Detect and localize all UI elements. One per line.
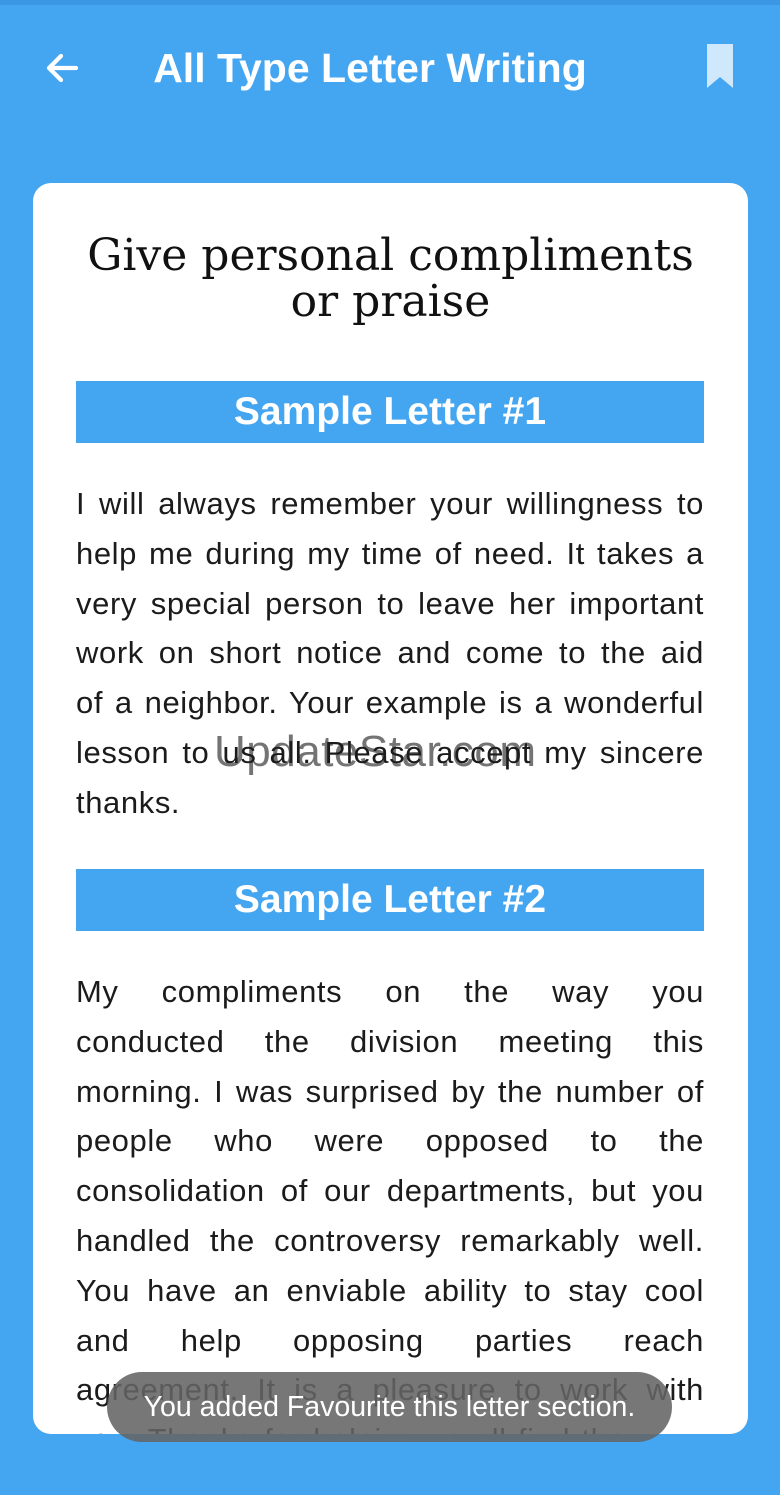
sample-letter-2-header: Sample Letter #2	[76, 869, 704, 931]
back-button[interactable]	[34, 40, 90, 96]
letter-card: Give personal compliments or praise Samp…	[33, 183, 748, 1434]
sample-letter-1-body: I will always remember your willingness …	[76, 486, 704, 820]
letter-title: Give personal compliments or praise	[87, 230, 694, 327]
sample-letter-2-body: My compliments on the way you conducted …	[76, 974, 704, 1434]
app-bar: All Type Letter Writing	[0, 0, 780, 135]
bookmark-icon	[707, 44, 733, 88]
bookmark-button[interactable]	[692, 38, 748, 94]
sample-letter-1-header: Sample Letter #1	[76, 381, 704, 443]
toast-message: You added Favourite this letter section.	[107, 1372, 672, 1442]
arrow-back-icon	[46, 53, 79, 83]
app-title: All Type Letter Writing	[153, 45, 587, 91]
